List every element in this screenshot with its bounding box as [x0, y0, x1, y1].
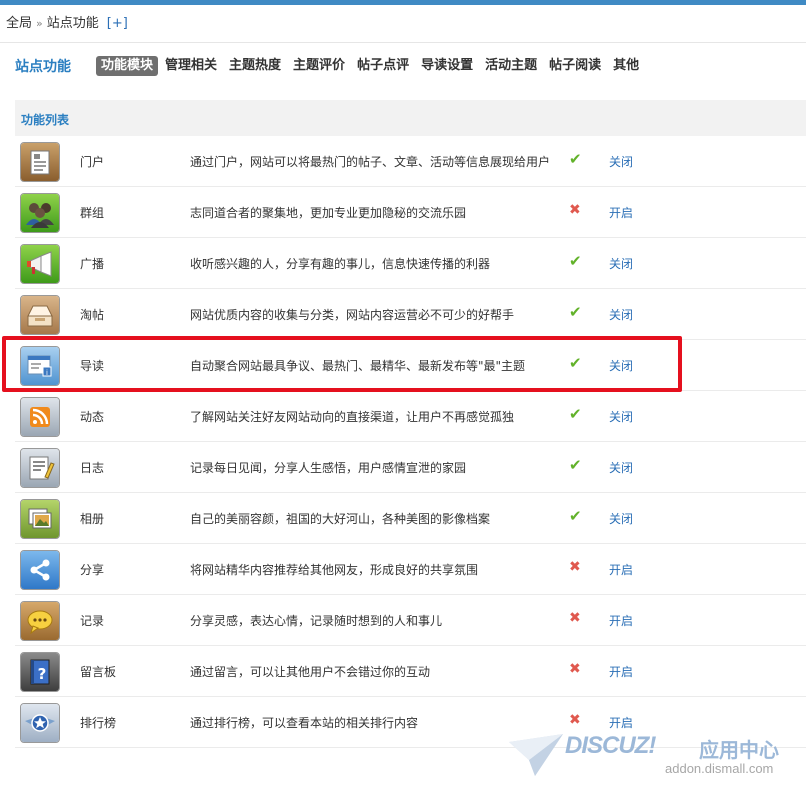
feature-name: 记录	[80, 614, 105, 628]
breadcrumb-root-link[interactable]: 全局	[6, 16, 32, 31]
feature-name: 导读	[80, 359, 105, 373]
disabled-cross-icon: ✖	[569, 559, 581, 575]
disable-link[interactable]: 关闭	[609, 153, 633, 170]
feed-rss-icon	[20, 397, 60, 437]
feature-name: 动态	[80, 410, 105, 424]
watermark-brand-cn: 应用中心	[699, 738, 779, 762]
feature-name: 日志	[80, 461, 105, 475]
feature-name: 群组	[80, 206, 105, 220]
enabled-check-icon: ✔	[569, 507, 582, 525]
enabled-check-icon: ✔	[569, 150, 582, 168]
album-photo-icon	[20, 499, 60, 539]
list-item: 门户 通过门户，网站可以将最热门的帖子、文章、活动等信息展现给用户 ✔ 关闭	[15, 136, 806, 187]
tab-8[interactable]: 其他	[608, 56, 644, 76]
broadcast-megaphone-icon	[20, 244, 60, 284]
list-item: 淘帖 网站优质内容的收集与分类，网站内容运营必不可少的好帮手 ✔ 关闭	[15, 289, 806, 340]
list-item: 记录 分享灵感，表达心情，记录随时想到的人和事儿 ✖ 开启	[15, 595, 806, 646]
feature-name: 分享	[80, 563, 105, 577]
feature-description: 通过排行榜，可以查看本站的相关排行内容	[190, 716, 419, 730]
breadcrumb-separator: »	[36, 17, 43, 30]
tab-1[interactable]: 管理相关	[160, 56, 222, 76]
disable-link[interactable]: 关闭	[609, 510, 633, 527]
guide-window-icon: i	[20, 346, 60, 386]
disabled-cross-icon: ✖	[569, 661, 581, 677]
list-item: 群组 志同道合者的聚集地，更加专业更加隐秘的交流乐园 ✖ 开启	[15, 187, 806, 238]
enable-link[interactable]: 开启	[609, 714, 633, 731]
tab-4[interactable]: 帖子点评	[352, 56, 414, 76]
feature-description: 志同道合者的聚集地，更加专业更加隐秘的交流乐园	[190, 206, 467, 220]
disable-link[interactable]: 关闭	[609, 408, 633, 425]
tab-bar: 功能模块 管理相关 主题热度 主题评价 帖子点评 导读设置 活动主题 帖子阅读 其他	[96, 56, 646, 76]
disable-link[interactable]: 关闭	[609, 306, 633, 323]
enabled-check-icon: ✔	[569, 303, 582, 321]
feature-description: 自己的美丽容颜，祖国的大好河山，各种美图的影像档案	[190, 512, 491, 526]
enabled-check-icon: ✔	[569, 405, 582, 423]
tab-7[interactable]: 帖子阅读	[544, 56, 606, 76]
feature-description: 了解网站关注好友网站动向的直接渠道，让用户不再感觉孤独	[190, 410, 515, 424]
feature-name: 广播	[80, 257, 105, 271]
blog-notepad-icon	[20, 448, 60, 488]
disable-link[interactable]: 关闭	[609, 357, 633, 374]
list-header-title: 功能列表	[21, 113, 70, 127]
enable-link[interactable]: 开启	[609, 663, 633, 680]
enabled-check-icon: ✔	[569, 252, 582, 270]
top-accent-bar	[0, 0, 806, 5]
feature-name: 排行榜	[80, 716, 117, 730]
enable-link[interactable]: 开启	[609, 204, 633, 221]
list-item: 日志 记录每日见闻，分享人生感悟，用户感情宣泄的家园 ✔ 关闭	[15, 442, 806, 493]
header-divider	[0, 42, 806, 43]
watermark-brand: DISCUZ!	[565, 732, 656, 759]
list-item: 分享 将网站精华内容推荐给其他网友，形成良好的共享氛围 ✖ 开启	[15, 544, 806, 595]
ranking-star-badge-icon	[20, 703, 60, 743]
list-header: 功能列表	[15, 100, 806, 136]
group-people-icon	[20, 193, 60, 233]
enable-link[interactable]: 开启	[609, 561, 633, 578]
feature-name: 留言板	[80, 665, 117, 679]
svg-text:?: ?	[38, 665, 47, 683]
page-title: 站点功能	[15, 59, 71, 75]
feature-name: 淘帖	[80, 308, 105, 322]
watermark-url: addon.dismall.com	[665, 761, 774, 776]
breadcrumb: 全局 » 站点功能 [+]	[6, 15, 128, 33]
disabled-cross-icon: ✖	[569, 202, 581, 218]
portal-newspaper-icon	[20, 142, 60, 182]
tab-6[interactable]: 活动主题	[480, 56, 542, 76]
add-shortcut-link[interactable]: [+]	[107, 16, 128, 31]
list-item: 动态 了解网站关注好友网站动向的直接渠道，让用户不再感觉孤独 ✔ 关闭	[15, 391, 806, 442]
doing-chat-bubble-icon	[20, 601, 60, 641]
enabled-check-icon: ✔	[569, 456, 582, 474]
list-item: 相册 自己的美丽容颜，祖国的大好河山，各种美图的影像档案 ✔ 关闭	[15, 493, 806, 544]
disabled-cross-icon: ✖	[569, 712, 581, 728]
tab-3[interactable]: 主题评价	[288, 56, 350, 76]
feature-description: 记录每日见闻，分享人生感悟，用户感情宣泄的家园	[190, 461, 467, 475]
feature-description: 网站优质内容的收集与分类，网站内容运营必不可少的好帮手	[190, 308, 515, 322]
feature-name: 相册	[80, 512, 105, 526]
feature-description: 通过门户，网站可以将最热门的帖子、文章、活动等信息展现给用户	[190, 155, 551, 169]
collection-tray-icon	[20, 295, 60, 335]
feature-description: 自动聚合网站最具争议、最热门、最精华、最新发布等"最"主题	[190, 359, 526, 373]
tab-0[interactable]: 功能模块	[96, 56, 159, 76]
share-nodes-icon	[20, 550, 60, 590]
feature-description: 将网站精华内容推荐给其他网友，形成良好的共享氛围	[190, 563, 479, 577]
feature-list: 门户 通过门户，网站可以将最热门的帖子、文章、活动等信息展现给用户 ✔ 关闭 群组 志同道…	[15, 136, 806, 748]
guestbook-question-icon: ?	[20, 652, 60, 692]
paper-plane-icon	[509, 734, 563, 776]
disable-link[interactable]: 关闭	[609, 459, 633, 476]
feature-name: 门户	[80, 155, 105, 169]
disable-link[interactable]: 关闭	[609, 255, 633, 272]
list-item: ? 留言板 通过留言，可以让其他用户不会错过你的互动 ✖ 开启	[15, 646, 806, 697]
disabled-cross-icon: ✖	[569, 610, 581, 626]
feature-description: 收听感兴趣的人，分享有趣的事儿，信息快速传播的利器	[190, 257, 491, 271]
list-item: 广播 收听感兴趣的人，分享有趣的事儿，信息快速传播的利器 ✔ 关闭	[15, 238, 806, 289]
watermark: DISCUZ! 应用中心 addon.dismall.com	[505, 730, 795, 782]
tab-5[interactable]: 导读设置	[416, 56, 478, 76]
breadcrumb-current: 站点功能	[46, 16, 99, 31]
feature-description: 分享灵感，表达心情，记录随时想到的人和事儿	[190, 614, 443, 628]
enable-link[interactable]: 开启	[609, 612, 633, 629]
enabled-check-icon: ✔	[569, 354, 582, 372]
tab-2[interactable]: 主题热度	[224, 56, 286, 76]
feature-description: 通过留言，可以让其他用户不会错过你的互动	[190, 665, 431, 679]
list-item: i 导读 自动聚合网站最具争议、最热门、最精华、最新发布等"最"主题 ✔ 关闭	[15, 340, 806, 391]
svg-text:i: i	[46, 369, 48, 377]
